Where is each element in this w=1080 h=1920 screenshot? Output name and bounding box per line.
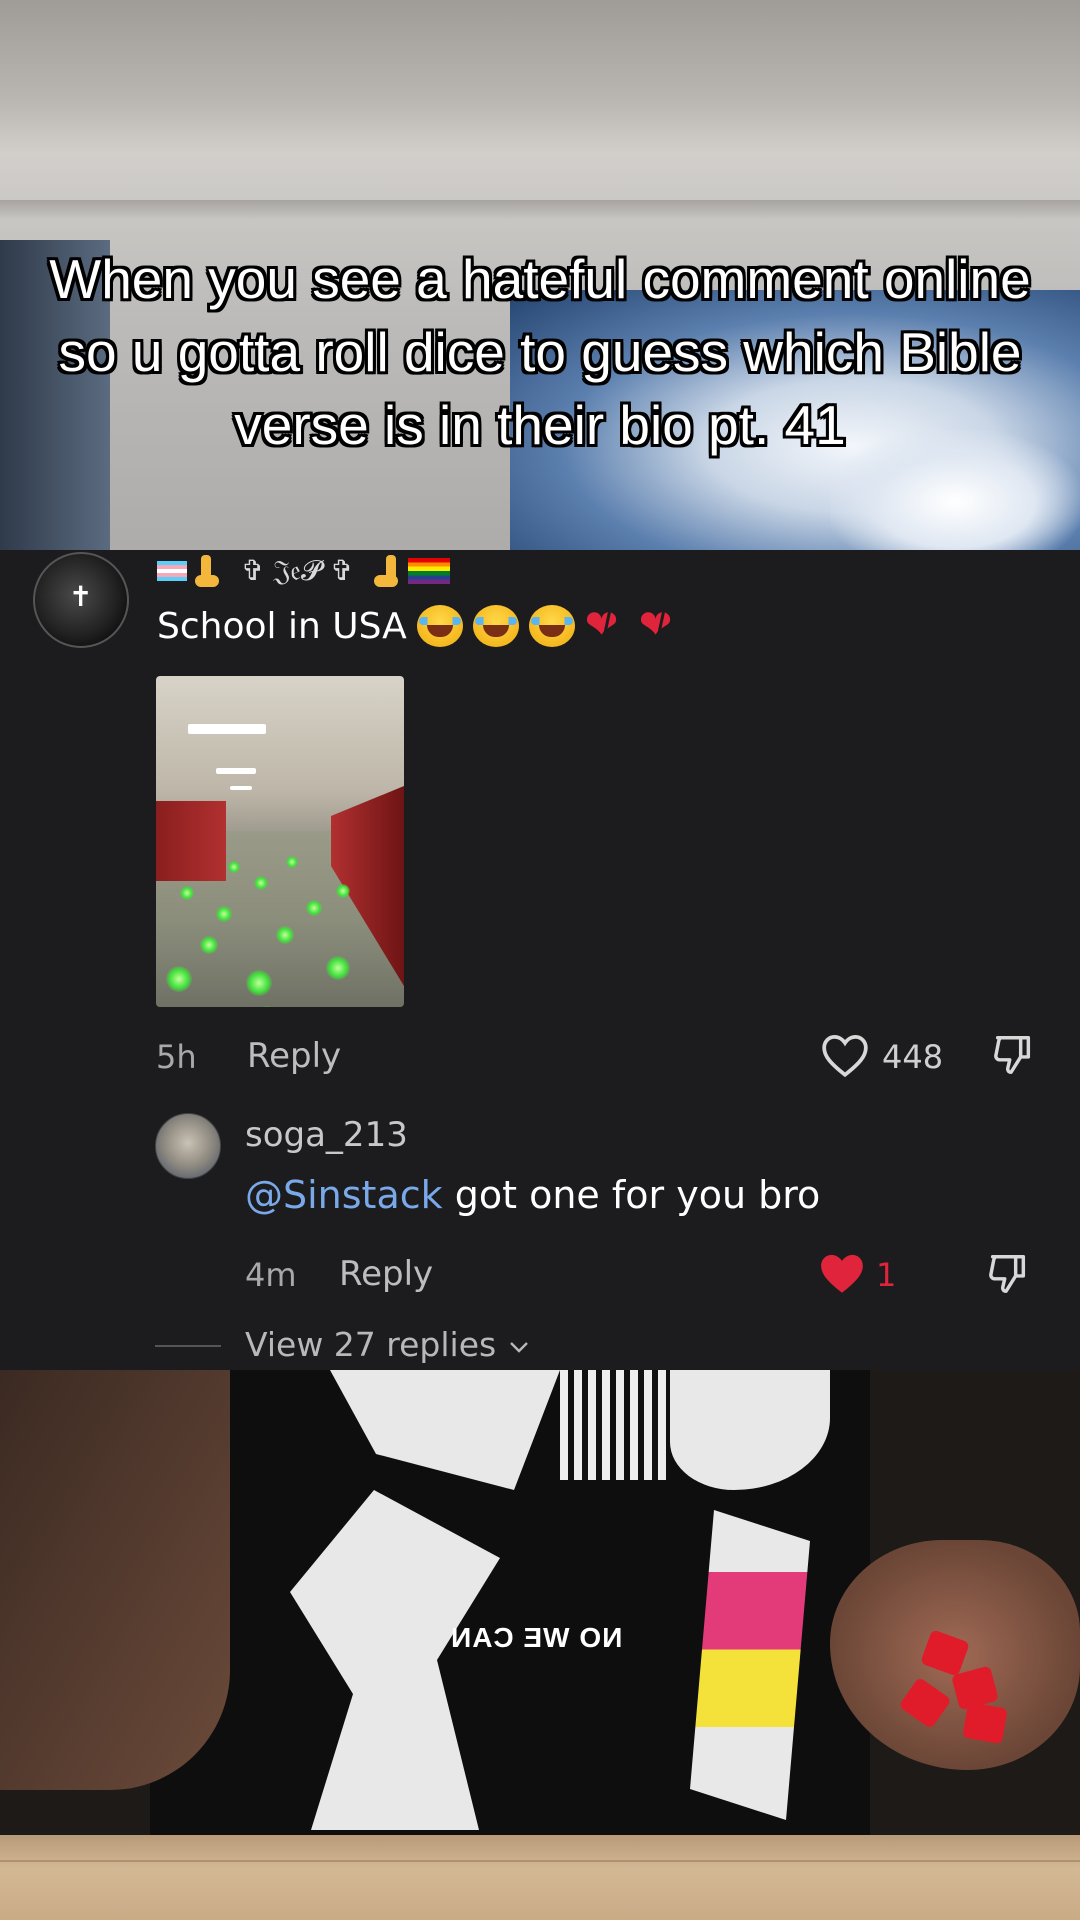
dice	[962, 1701, 1008, 1745]
chevron-down-icon	[509, 1341, 528, 1353]
green-orb	[228, 861, 240, 873]
shirt-print	[560, 1370, 670, 1480]
green-orb	[306, 900, 322, 916]
ceiling-light	[216, 768, 256, 774]
username-text: ✞ 𝔍𝔢𝓟 ✞	[241, 554, 354, 587]
green-orb	[286, 856, 298, 868]
broken-heart-emoji	[639, 602, 683, 648]
heart-filled-icon[interactable]	[817, 1250, 867, 1296]
shirt-text: NO WE CAN	[450, 1622, 623, 1653]
green-orb	[326, 956, 350, 980]
divider	[155, 1345, 221, 1347]
heart-outline-icon[interactable]	[820, 1032, 870, 1078]
video-caption: When you see a hateful comment online so…	[49, 248, 1031, 456]
reply-time: 4m	[245, 1256, 297, 1294]
lockers-left	[156, 801, 226, 881]
laughing-emoji	[416, 605, 463, 647]
rainbow-flag-emoji	[407, 558, 450, 584]
reply-avatar[interactable]	[155, 1113, 221, 1179]
pointing-hand-emoji	[195, 553, 221, 589]
ceiling-light	[230, 786, 252, 790]
green-orb	[276, 926, 294, 944]
view-replies-label: View 27 replies	[245, 1325, 497, 1364]
table-grain	[0, 1860, 1080, 1862]
dislike-icon[interactable]	[985, 1250, 1031, 1298]
cross-icon: ✝	[69, 580, 93, 613]
avatar[interactable]: ✝	[33, 552, 129, 648]
comment-text: School in USA	[157, 605, 407, 647]
view-replies-button[interactable]: View 27 replies	[245, 1325, 531, 1364]
bottom-video: NO WE CAN	[0, 1370, 1080, 1920]
comment-time: 5h	[156, 1038, 197, 1076]
dislike-icon[interactable]	[990, 1031, 1036, 1079]
reply-username[interactable]: soga_213	[245, 1115, 408, 1155]
laughing-emoji	[472, 605, 519, 647]
comment-username[interactable]: ✞ 𝔍𝔢𝓟 ✞	[157, 553, 450, 589]
table	[0, 1835, 1080, 1920]
top-video: When you see a hateful comment online so…	[0, 0, 1080, 550]
broken-heart-emoji	[585, 602, 629, 648]
reply-body: got one for you bro	[442, 1173, 821, 1217]
green-orb	[246, 970, 272, 996]
ceiling	[0, 200, 1080, 220]
ceiling-light	[188, 724, 266, 734]
comment-image[interactable]	[156, 676, 404, 1007]
comment-text-row: School in USA	[157, 602, 683, 648]
trans-flag-emoji	[157, 561, 187, 581]
reply-reply-button[interactable]: Reply	[339, 1254, 433, 1294]
pointing-hand-emoji	[373, 553, 400, 589]
reply-button[interactable]: Reply	[247, 1036, 341, 1076]
laughing-emoji	[528, 605, 575, 647]
green-orb	[180, 886, 194, 900]
green-orb	[336, 884, 350, 898]
reply-like-count: 1	[876, 1256, 897, 1294]
green-orb	[166, 966, 192, 992]
mention-link[interactable]: @Sinstack	[245, 1173, 443, 1217]
reply-text: @Sinstack got one for you bro	[245, 1173, 820, 1217]
green-orb	[254, 876, 268, 890]
green-orb	[200, 936, 218, 954]
like-count: 448	[882, 1038, 944, 1076]
left-hand	[0, 1370, 230, 1790]
green-orb	[216, 906, 232, 922]
